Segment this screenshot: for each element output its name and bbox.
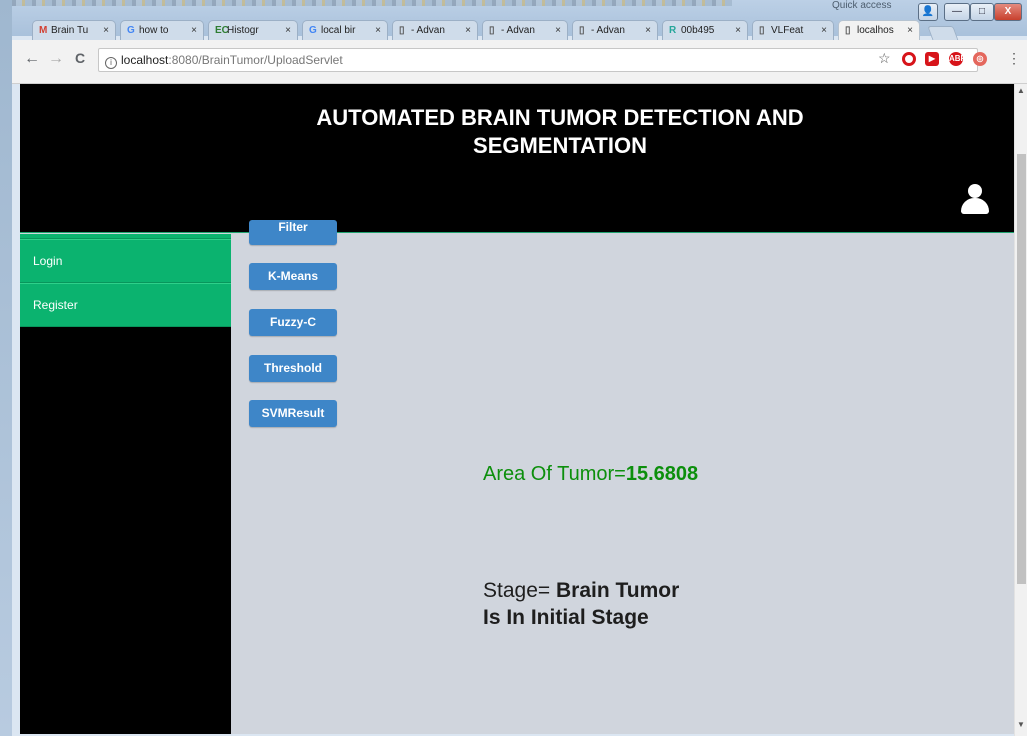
scroll-down-icon[interactable]: ▼: [1017, 720, 1025, 729]
page-icon: ▯: [399, 25, 405, 36]
url-path: :8080/BrainTumor/UploadServlet: [168, 53, 343, 67]
close-tab-icon[interactable]: ×: [375, 25, 381, 36]
vertical-scrollbar[interactable]: ▲ ▼: [1014, 84, 1027, 736]
tab-label: localhos: [857, 25, 894, 36]
tab-label: VLFeat: [771, 25, 804, 36]
scroll-thumb[interactable]: [1017, 154, 1026, 584]
favicon-icon: R: [669, 25, 677, 36]
close-tab-icon[interactable]: ×: [285, 25, 291, 36]
tab-strip: M Brain Tu × Ghow to × ECHistogr × Glocal bir × ▯…: [12, 16, 1027, 41]
page-icon: ▯: [845, 25, 851, 36]
user-icon[interactable]: [960, 184, 990, 214]
browser-window: Quick access 👤 — □ X M Brain Tu × Ghow to × E…: [0, 0, 1027, 736]
tab-4[interactable]: ▯ - Advan ×: [392, 20, 478, 41]
page-icon: ▯: [579, 25, 585, 36]
close-tab-icon[interactable]: ×: [645, 25, 651, 36]
kmeans-button[interactable]: K-Means: [249, 263, 337, 290]
favicon-icon: M: [39, 25, 48, 36]
tab-label: Histogr: [227, 25, 259, 36]
tab-label: - Advan: [591, 25, 625, 36]
chrome-menu-icon[interactable]: ⋮: [1007, 50, 1021, 67]
tab-1[interactable]: Ghow to ×: [120, 20, 204, 41]
browser-toolbar: ← → C i localhost:8080/BrainTumor/UploadS…: [12, 40, 1027, 84]
opera-icon[interactable]: [902, 52, 916, 66]
tab-2[interactable]: ECHistogr ×: [208, 20, 298, 41]
extension-icon[interactable]: ◎: [973, 52, 987, 66]
sidebar-item-login[interactable]: Login: [20, 239, 231, 283]
tab-3[interactable]: Glocal bir ×: [302, 20, 388, 41]
favicon-icon: EC: [215, 25, 229, 36]
filter-button[interactable]: Filter: [249, 220, 337, 245]
new-tab-button[interactable]: [927, 26, 959, 41]
tab-label: how to: [139, 25, 169, 36]
tab-label: 00b495: [681, 25, 715, 36]
page-icon: ▯: [489, 25, 495, 36]
address-bar[interactable]: i localhost:8080/BrainTumor/UploadServlet: [98, 48, 978, 72]
video-icon[interactable]: ▶: [925, 52, 939, 66]
sidebar: Login Register: [20, 234, 231, 734]
scroll-up-icon[interactable]: ▲: [1017, 86, 1025, 95]
tab-6[interactable]: ▯ - Advan ×: [572, 20, 658, 41]
adblock-icon[interactable]: ABP: [949, 52, 966, 66]
favicon-icon: G: [127, 25, 135, 36]
close-tab-icon[interactable]: ×: [735, 25, 741, 36]
tumor-stage-result: Stage= Brain Tumor Is In Initial Stage: [483, 577, 683, 631]
threshold-button[interactable]: Threshold: [249, 355, 337, 382]
info-icon[interactable]: i: [105, 57, 117, 69]
close-tab-icon[interactable]: ×: [465, 25, 471, 36]
tab-7[interactable]: R 00b495 ×: [662, 20, 748, 41]
tab-label: - Advan: [501, 25, 535, 36]
bookmark-star-icon[interactable]: ☆: [878, 50, 891, 67]
quick-access-label: Quick access: [832, 0, 892, 11]
tumor-area-result: Area Of Tumor=15.6808: [483, 462, 703, 486]
tab-8[interactable]: ▯ VLFeat ×: [752, 20, 834, 41]
page-title: AUTOMATED BRAIN TUMOR DETECTION AND SEGM…: [316, 105, 804, 158]
stage-label: Stage=: [483, 579, 556, 602]
tab-5[interactable]: ▯ - Advan ×: [482, 20, 568, 41]
favicon-icon: G: [309, 25, 317, 36]
back-icon[interactable]: ←: [22, 50, 42, 68]
tab-9[interactable]: ▯ localhos ×: [838, 20, 920, 41]
forward-icon[interactable]: →: [46, 50, 66, 68]
close-tab-icon[interactable]: ×: [555, 25, 561, 36]
sidebar-item-register[interactable]: Register: [20, 283, 231, 327]
reload-icon[interactable]: C: [70, 50, 90, 66]
page-header: AUTOMATED BRAIN TUMOR DETECTION AND SEGM…: [20, 84, 1014, 233]
close-tab-icon[interactable]: ×: [191, 25, 197, 36]
user-icon-body: [961, 198, 989, 214]
tab-0[interactable]: M Brain Tu ×: [32, 20, 116, 41]
tab-label: - Advan: [411, 25, 445, 36]
close-tab-icon[interactable]: ×: [821, 25, 827, 36]
web-page: AUTOMATED BRAIN TUMOR DETECTION AND SEGM…: [20, 84, 1014, 734]
area-value: 15.6808: [625, 463, 699, 485]
desktop-edge: [0, 0, 12, 736]
taskbar-decoration: [12, 0, 732, 6]
fuzzy-c-button[interactable]: Fuzzy-C: [249, 309, 337, 336]
area-label: Area Of Tumor=: [483, 463, 626, 485]
svm-result-button[interactable]: SVMResult: [249, 400, 337, 427]
page-icon: ▯: [759, 25, 765, 36]
close-tab-icon[interactable]: ×: [907, 25, 913, 36]
user-icon-head: [968, 184, 982, 198]
tab-label: local bir: [321, 25, 356, 36]
close-tab-icon[interactable]: ×: [103, 25, 109, 36]
tab-label: Brain Tu: [51, 25, 89, 36]
url-host: localhost: [121, 53, 169, 67]
